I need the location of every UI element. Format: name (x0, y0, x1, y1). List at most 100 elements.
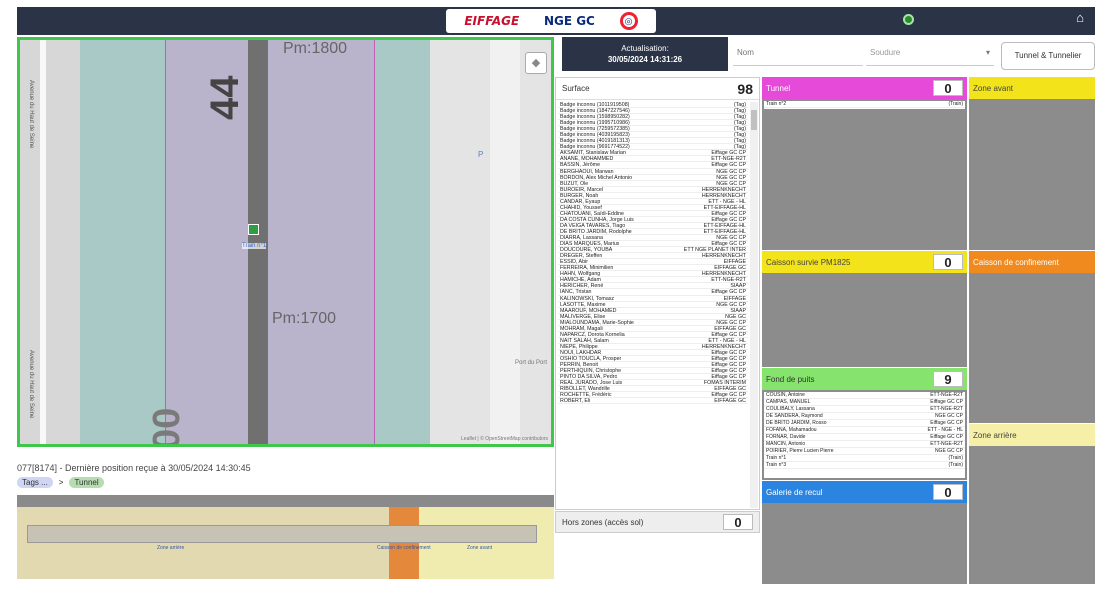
list-item[interactable]: POIRIER, Pierre Lucien Pierre NGE GC CP (764, 448, 965, 455)
surface-list[interactable]: Badge inconnu (1011919508) (Tag) Badge inc… (558, 102, 748, 508)
surface-header: Surface 98 (556, 78, 759, 100)
list-item[interactable]: COULIBALY, Lassana ETT-NGE-R2T (764, 406, 965, 413)
list-item-name: MANCIN, Antonio (766, 441, 806, 447)
zone-fond-puits-list[interactable]: COUSIN, Antoine ETT-NGE-R2T CAMPAS, MANUEL… (764, 392, 965, 478)
list-item[interactable]: DE SANDERA, Raymond NGE GC CP (764, 413, 965, 420)
map-attribution[interactable]: Leaflet | © OpenStreetMap contributors (461, 436, 548, 442)
hors-zones-title: Hors zones (accès sol) (562, 517, 644, 527)
list-item[interactable]: COUSIN, Antoine ETT-NGE-R2T (764, 392, 965, 399)
zone-tunnel-count: 0 (933, 80, 963, 96)
zone-arriere-panel: Zone arrière (969, 424, 1095, 584)
tunnel-tunnelier-button[interactable]: Tunnel & Tunnelier (1001, 42, 1095, 70)
logo-bar: EIFFAGE NGE GC ◎ (446, 9, 656, 33)
list-item-company: (Tag) (733, 138, 746, 144)
list-item-name: DE BRITO JARDIM, Rodolphe (560, 228, 632, 235)
list-item[interactable]: Train n°1 (Train) (764, 455, 965, 462)
list-item-company: EIFFAGE (723, 259, 746, 265)
hors-zones-count: 0 (723, 514, 753, 530)
name-search-input[interactable] (733, 40, 863, 66)
pm-label-top: Pm:1800 (283, 40, 348, 57)
list-item-name: PERTHIQUIN, Christophe (560, 368, 622, 374)
list-item-company: ETT NGE PLANET INTER (683, 247, 746, 253)
list-item-name: Train n°2 (766, 101, 787, 107)
parking-label: P (478, 150, 484, 159)
soudure-select-label: Soudure (870, 48, 901, 57)
list-item-name: NIEPE, Philippe (560, 343, 598, 349)
list-item-name: BUZUT, Ole (560, 180, 589, 186)
zone-badge[interactable]: Tunnel (69, 477, 104, 488)
list-item-company: Eiffage GC CP (711, 241, 746, 247)
list-item-company: (Tag) (733, 120, 746, 126)
list-item-name: REAL JURADO, Jose Luis (560, 380, 623, 386)
list-item[interactable]: Train n°3 (Train) (764, 462, 965, 469)
zone-tunnel-panel: Tunnel 0 Train n°2 (Train) (762, 77, 967, 250)
zone-avant-panel: Zone avant (969, 77, 1095, 250)
list-item-company: Eiffage GC CP (711, 331, 746, 337)
list-item-company: EIFFAGE GC (714, 398, 746, 404)
list-item-company: NGE GC CP (934, 413, 963, 419)
list-item-name: DA VEIGA TAVARES, Tiago (560, 222, 626, 228)
list-item-name: BUROEIR, Marcel (560, 186, 603, 192)
list-item-company: NGE GC CP (716, 319, 746, 325)
list-item-name: BERGHAOUI, Marwan (560, 168, 614, 174)
list-item[interactable]: MANCIN, Antonio ETT-NGE-R2T (764, 441, 965, 448)
list-item-company: HERRENKNECHT (701, 253, 746, 259)
list-item-company: Eiffage GC CP (711, 210, 746, 216)
surface-panel: Surface 98 Badge inconnu (1011919508) (Ta… (555, 77, 760, 510)
tag-badge[interactable]: Tags ... (17, 477, 53, 488)
list-item-name: Badge inconnu (1847227546) (560, 108, 630, 114)
list-item-company: NGE GC CP (716, 174, 746, 180)
list-item-name: Badge inconnu (1995710986) (560, 120, 630, 126)
list-item-company: SIAAP (730, 307, 746, 313)
list-item-name: Badge inconnu (1011919508) (560, 102, 630, 108)
list-item-name: IANC, Tristan (560, 289, 592, 295)
eiffage-logo: EIFFAGE (464, 14, 520, 28)
list-item[interactable]: CAMPAS, MANUEL Eiffage GC CP (764, 399, 965, 406)
zone-caisson-confinement-title: Caisson de confinement (973, 257, 1059, 267)
zone-fond-puits-count: 9 (933, 371, 963, 387)
list-item-name: PINTO DA SILVA, Pedro (560, 374, 618, 380)
list-item-name: Badge inconnu (9691774522) (560, 144, 630, 150)
list-item-name: LASOTTE, Maxime (560, 301, 606, 307)
zone-tunnel-title: Tunnel (766, 83, 791, 93)
list-item-name: COULIBALY, Lassana (766, 406, 815, 412)
list-item-name: ROCHETTE, Frédéric (560, 392, 612, 398)
street-label-bottom: Avenue du Haut de Seine (28, 350, 34, 419)
list-item-company: (Tag) (733, 132, 746, 138)
list-item[interactable]: FORNAR, Davide Eiffage GC CP (764, 434, 965, 441)
list-item-company: Eiffage GC CP (711, 362, 746, 368)
list-item-name: FOFANA, Mahamadou (766, 427, 817, 433)
list-item-name: CHAHID, Youssef (560, 204, 602, 210)
soudure-select[interactable]: Soudure ▾ (866, 40, 994, 66)
zone-galerie-recul-header: Galerie de recul 0 (762, 481, 967, 503)
list-item-name: COUSIN, Antoine (766, 392, 805, 398)
zone-tunnel-list[interactable]: Train n°2 (Train) (764, 101, 965, 109)
list-item-company: Eiffage GC CP (711, 289, 746, 295)
train-marker-icon[interactable] (248, 224, 259, 235)
partner-logo-icon: ◎ (619, 12, 638, 30)
list-item-company: NGE GC CP (716, 301, 746, 307)
list-item-company: HERRENKNECHT (701, 271, 746, 277)
list-item-name: DREGER, Steffen (560, 253, 603, 259)
list-item-name: HAMICHE, Adam (560, 277, 601, 283)
list-item[interactable]: Train n°2 (Train) (764, 101, 965, 108)
list-item-name: FORNAR, Davide (766, 434, 806, 440)
home-icon[interactable]: ⌂ (1073, 11, 1087, 25)
map-view[interactable]: 44 00 Pm:1800 Pm:1700 Avenue du Haut de … (17, 37, 554, 447)
list-item-name: NOUI, LAKHDAR (560, 349, 602, 355)
list-item-company: Eiffage GC CP (711, 392, 746, 398)
list-item-name: DOUCOURE, YOUBA (560, 247, 613, 253)
actualisation-label: Actualisation: (621, 44, 669, 53)
list-item-company: SIAAP (730, 283, 746, 289)
list-item[interactable]: DE BRITO JARDIM, Rosso Eiffage GC CP (764, 420, 965, 427)
zone-caisson-survie-count: 0 (933, 254, 963, 270)
minimap-label-avant: Zone avant (467, 545, 493, 551)
surface-scrollbar[interactable] (750, 102, 758, 508)
list-item[interactable]: ROBERT, Eli EIFFAGE GC (558, 398, 748, 405)
tunnel-minimap[interactable]: Zone arrière Caisson de confinement Zone… (17, 495, 554, 579)
list-item-company: ETT-EIFFAGE-HL (703, 228, 746, 235)
layers-icon[interactable]: ◆ (525, 52, 547, 74)
list-item[interactable]: FOFANA, Mahamadou ETT - NGE - HL (764, 427, 965, 434)
list-item-company: ETT-NGE-R2T (930, 392, 963, 398)
surface-count: 98 (737, 80, 753, 97)
